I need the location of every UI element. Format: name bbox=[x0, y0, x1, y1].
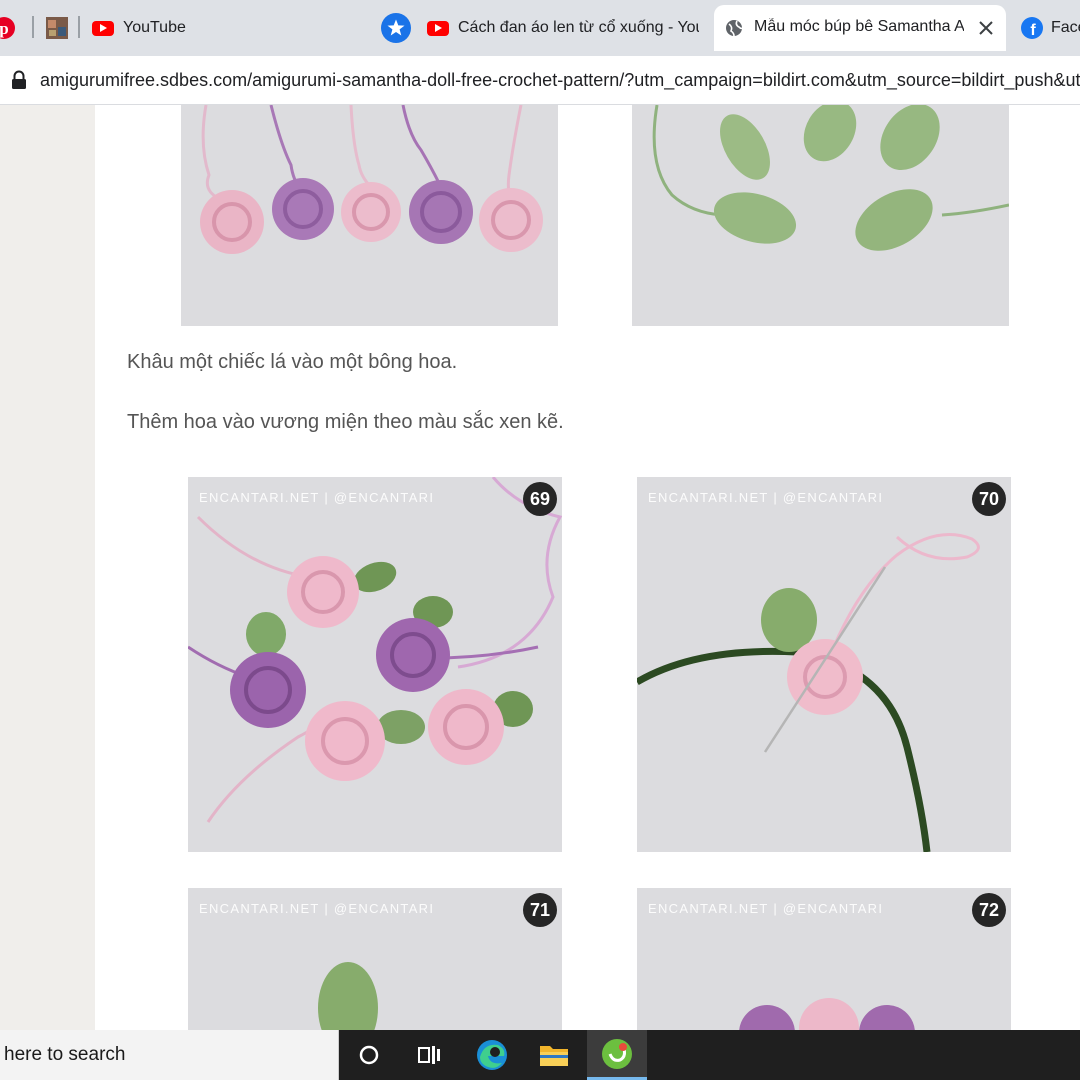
tab-label: Cách đan áo len từ cổ xuống - You bbox=[458, 19, 699, 36]
task-view-icon bbox=[418, 1046, 440, 1064]
cortana-button[interactable] bbox=[339, 1030, 399, 1080]
step-photo-71: ENCANTARI.NET | @ENCANTARI 71 bbox=[188, 888, 562, 1030]
tab-label: YouTube bbox=[123, 19, 186, 36]
cortana-circle-icon bbox=[359, 1045, 379, 1065]
task-view-button[interactable] bbox=[399, 1030, 459, 1080]
image-bookmark-tab[interactable] bbox=[46, 8, 70, 48]
tab-label: Face bbox=[1051, 19, 1080, 36]
watermark: ENCANTARI.NET | @ENCANTARI bbox=[648, 490, 884, 505]
thumbnail-icon bbox=[46, 17, 68, 39]
facebook-icon: f bbox=[1021, 17, 1043, 39]
instruction-sew-leaf: Khâu một chiếc lá vào một bông hoa. bbox=[127, 351, 458, 373]
photo-crochet-roses bbox=[181, 105, 558, 326]
youtube-icon bbox=[92, 20, 114, 36]
tab-facebook[interactable]: f Face bbox=[1021, 8, 1080, 48]
tab-samantha-pattern[interactable]: Mẫu móc búp bê Samantha A bbox=[714, 5, 1006, 51]
watermark: ENCANTARI.NET | @ENCANTARI bbox=[648, 901, 884, 916]
active-app-button[interactable] bbox=[587, 1030, 647, 1080]
pinterest-icon: p bbox=[0, 17, 15, 39]
tab-knitting-video[interactable]: Cách đan áo len từ cổ xuống - You bbox=[427, 8, 699, 48]
youtube-icon bbox=[427, 20, 449, 36]
svg-text:p: p bbox=[0, 19, 9, 38]
step-number-badge: 71 bbox=[523, 893, 557, 927]
close-icon[interactable] bbox=[978, 20, 994, 36]
tab-group-indicator[interactable] bbox=[381, 8, 413, 48]
windows-taskbar: here to search bbox=[0, 1030, 1080, 1080]
app-logo-icon bbox=[602, 1038, 632, 1069]
tab-youtube[interactable]: YouTube bbox=[92, 8, 202, 48]
folder-icon bbox=[540, 1046, 568, 1066]
tab-separator bbox=[78, 16, 80, 38]
step-photo-70: ENCANTARI.NET | @ENCANTARI 70 bbox=[637, 477, 1011, 852]
file-explorer-button[interactable] bbox=[524, 1030, 584, 1080]
edge-icon bbox=[477, 1040, 507, 1070]
globe-icon bbox=[726, 20, 743, 37]
photo-crochet-leaves bbox=[632, 105, 1009, 326]
browser-tab-strip: p YouTube Cách đan áo len từ cổ xuống - … bbox=[0, 0, 1080, 56]
address-bar[interactable]: amigurumifree.sdbes.com/amigurumi-samant… bbox=[0, 56, 1080, 105]
step-photo-72: ENCANTARI.NET | @ENCANTARI 72 bbox=[637, 888, 1011, 1030]
url-text[interactable]: amigurumifree.sdbes.com/amigurumi-samant… bbox=[40, 70, 1080, 91]
step-number-badge: 70 bbox=[972, 482, 1006, 516]
tab-label: Mẫu móc búp bê Samantha A bbox=[754, 18, 964, 35]
watermark: ENCANTARI.NET | @ENCANTARI bbox=[199, 490, 435, 505]
page-left-margin bbox=[0, 105, 95, 1030]
watermark: ENCANTARI.NET | @ENCANTARI bbox=[199, 901, 435, 916]
step-number-badge: 69 bbox=[523, 482, 557, 516]
article-content: Khâu một chiếc lá vào một bông hoa. Thêm… bbox=[95, 105, 1080, 1030]
lock-icon bbox=[12, 70, 26, 89]
svg-text:f: f bbox=[1030, 22, 1036, 39]
pinterest-tab[interactable]: p bbox=[0, 8, 20, 48]
taskbar-search-box[interactable]: here to search bbox=[0, 1030, 339, 1080]
step-photo-69: ENCANTARI.NET | @ENCANTARI 69 bbox=[188, 477, 562, 852]
step-number-badge: 72 bbox=[972, 893, 1006, 927]
instruction-add-flowers: Thêm hoa vào vương miện theo màu sắc xen… bbox=[127, 411, 564, 433]
star-icon bbox=[381, 13, 411, 43]
search-placeholder: here to search bbox=[4, 1044, 126, 1065]
tab-separator bbox=[32, 16, 34, 38]
edge-taskbar-button[interactable] bbox=[462, 1030, 522, 1080]
